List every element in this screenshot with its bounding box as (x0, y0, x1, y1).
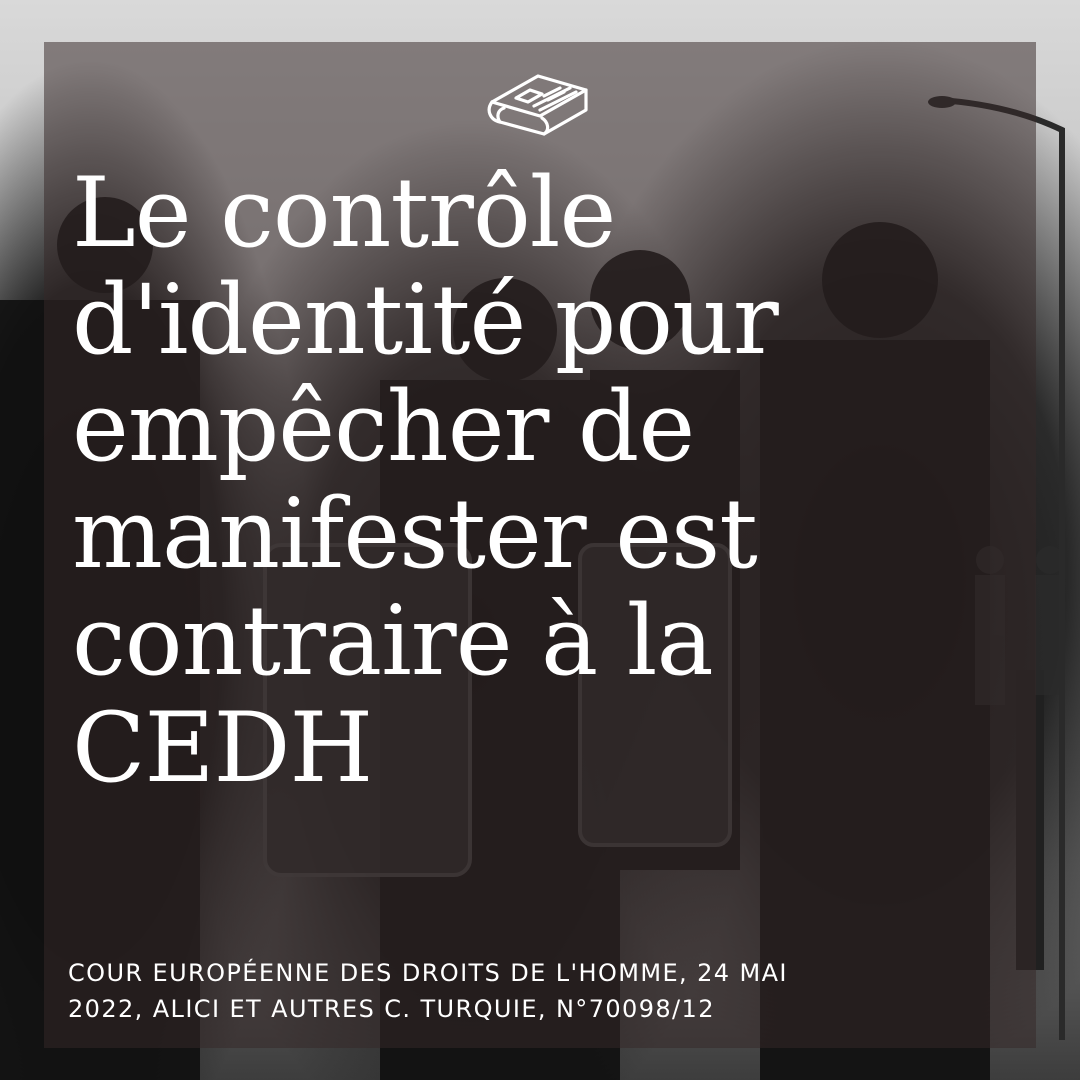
case-citation: COUR EUROPÉENNE DES DROITS DE L'HOMME, 2… (68, 955, 1018, 1027)
post-card: Le contrôle d'identité pour empêcher de … (0, 0, 1080, 1080)
headline-line: empêcher de (72, 371, 695, 483)
headline-line: d'identité pour (72, 264, 779, 376)
headline: Le contrôle d'identité pour empêcher de … (72, 160, 1012, 802)
headline-line: contraire à la (72, 585, 714, 697)
newspaper-icon (487, 74, 588, 136)
headline-line: manifester est (72, 478, 758, 590)
case-citation-line: COUR EUROPÉENNE DES DROITS DE L'HOMME, 2… (68, 959, 788, 987)
case-citation-line: 2022, ALICI ET AUTRES C. TURQUIE, N°7009… (68, 995, 715, 1023)
headline-line: Le contrôle (72, 157, 616, 269)
headline-line: CEDH (72, 692, 373, 804)
